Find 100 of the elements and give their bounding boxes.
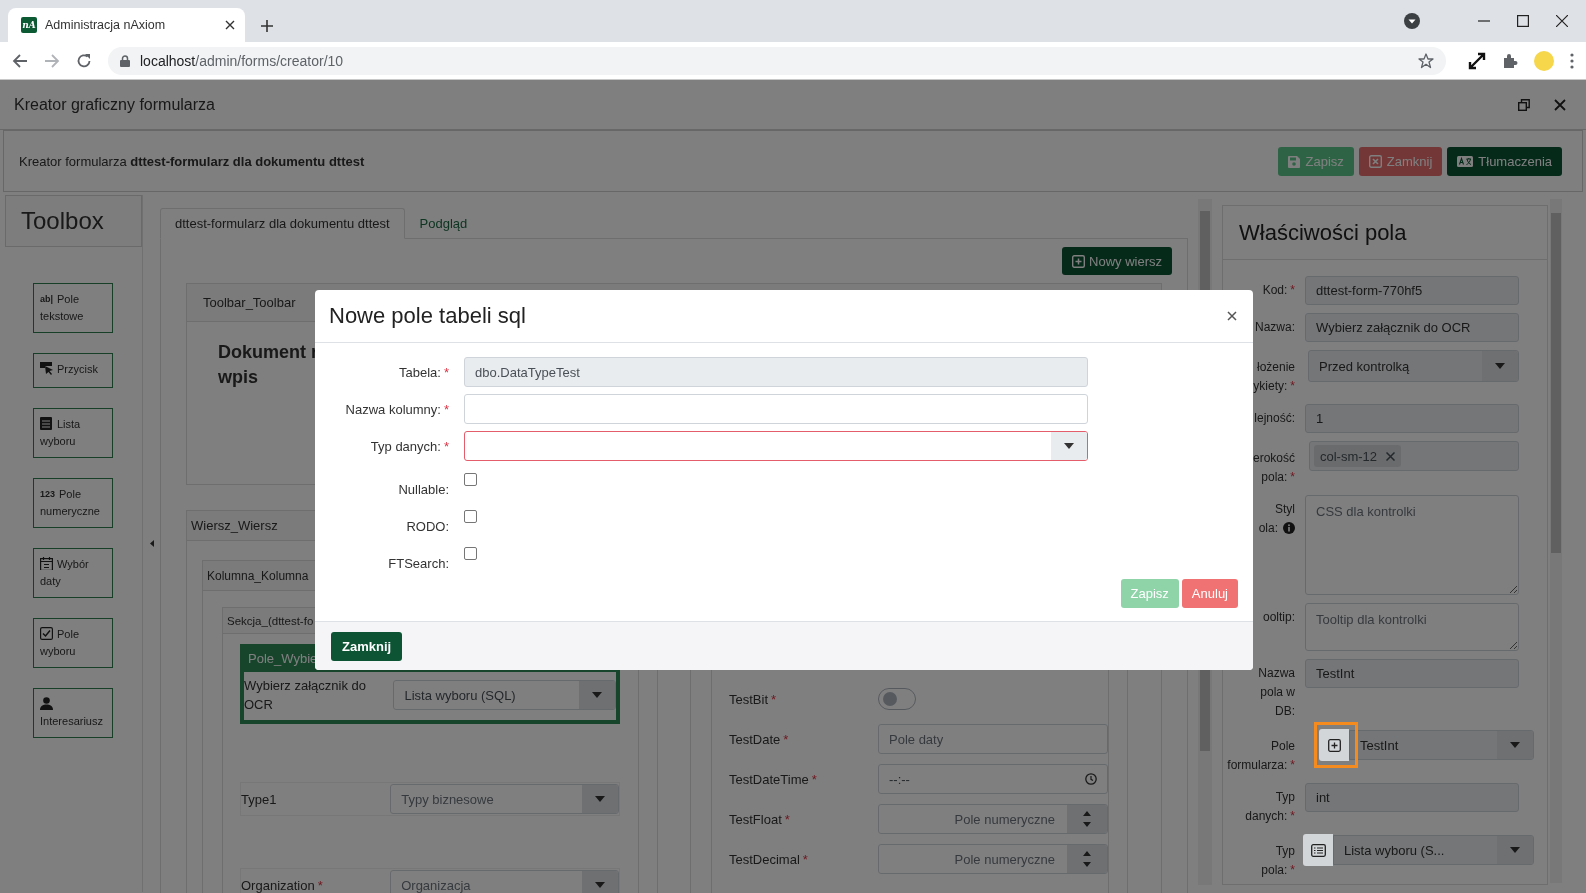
- select-field[interactable]: Organizacja: [390, 870, 619, 893]
- url-text: localhost/admin/forms/creator/10: [140, 52, 345, 69]
- maximize-icon[interactable]: [1517, 15, 1529, 27]
- field-label: erokość pola: *: [1252, 450, 1295, 486]
- select-field[interactable]: Lista wyboru (S...: [1333, 835, 1534, 865]
- pointer-icon: [40, 362, 53, 375]
- close-icon[interactable]: [1227, 311, 1237, 321]
- toolbox-item[interactable]: ab| Pole tekstowe: [33, 283, 113, 333]
- field-label: TestDecimal *: [729, 851, 809, 867]
- field-label: Kod: *: [1262, 282, 1295, 299]
- tab[interactable]: Podgląd: [404, 208, 483, 239]
- text-field[interactable]: Pole daty: [878, 724, 1108, 754]
- window-title: Kreator graficzny formularza: [14, 95, 216, 114]
- number-field[interactable]: Pole numeryczne: [878, 804, 1108, 834]
- caret-icon: [1510, 742, 1520, 748]
- field-label: Styl ola:: [1258, 501, 1295, 537]
- translate-icon: [1457, 156, 1474, 167]
- tab[interactable]: dttest-formularz dla dokumentu dttest: [160, 208, 405, 239]
- browser-tab[interactable]: nA Administracja nAxiom: [8, 8, 245, 42]
- back-icon[interactable]: [12, 52, 28, 69]
- field-label: Nazwa:: [1255, 319, 1295, 336]
- select-field[interactable]: TestInt: [1349, 730, 1534, 760]
- collapse-icon[interactable]: [149, 540, 154, 547]
- time-field[interactable]: --:--: [878, 764, 1108, 794]
- text-field[interactable]: Wybierz załącznik do OCR: [1305, 313, 1519, 342]
- select-field[interactable]: [464, 431, 1088, 461]
- info-icon: [1283, 522, 1295, 534]
- toolbox-item[interactable]: Lista wyboru: [33, 408, 113, 458]
- field-label: ooltip:: [1262, 609, 1295, 626]
- checkbox-icon: [40, 627, 53, 640]
- restore-icon[interactable]: [1518, 98, 1530, 111]
- close-icon[interactable]: [1556, 15, 1568, 27]
- reload-icon[interactable]: [76, 52, 92, 69]
- dropdown-icon[interactable]: [1404, 13, 1420, 29]
- text-field[interactable]: TestInt: [1305, 659, 1519, 688]
- checkbox[interactable]: [464, 546, 477, 560]
- select-field[interactable]: Lista wyboru (SQL): [393, 680, 616, 710]
- field-title: Pole_Wybie: [248, 650, 318, 666]
- close-icon[interactable]: [225, 20, 235, 30]
- field-label: Organization *: [241, 877, 324, 893]
- list-icon: [1310, 843, 1326, 857]
- lock-icon: [120, 54, 130, 67]
- toolbox-item[interactable]: Wybór daty: [33, 548, 113, 598]
- field-label: lejność:: [1254, 410, 1295, 427]
- close-box-icon: [1368, 155, 1382, 168]
- caret-icon: [595, 796, 605, 802]
- checkbox[interactable]: [464, 509, 477, 523]
- translations-button[interactable]: Tłumaczenia: [1447, 147, 1562, 176]
- spinner-icon: [1083, 811, 1091, 827]
- new-row-button[interactable]: Nowy wiersz: [1062, 247, 1172, 275]
- card-title: Kolumna_Kolumna: [207, 568, 309, 583]
- text-field-icon: ab|: [40, 294, 54, 304]
- field-label: TestDate *: [729, 731, 790, 747]
- close-button[interactable]: Zamknij: [1358, 147, 1443, 176]
- resize-grip-icon: [1509, 585, 1517, 593]
- select-field[interactable]: Przed kontrolką: [1308, 350, 1519, 382]
- more-icon[interactable]: [1570, 52, 1574, 69]
- text-field[interactable]: 1: [1305, 404, 1519, 433]
- toggle-switch[interactable]: [878, 688, 916, 710]
- address-bar[interactable]: localhost/admin/forms/creator/10: [108, 46, 1446, 75]
- field-label: FTSearch:: [387, 555, 449, 571]
- field-label: Pole formularza: *: [1227, 738, 1295, 774]
- field-label: Tabela: *: [398, 364, 449, 380]
- checkbox[interactable]: [464, 472, 477, 486]
- spinner-icon: [1083, 851, 1091, 867]
- field-label: łożenie ykiety: *: [1253, 359, 1295, 395]
- field-label: TestFloat *: [729, 811, 791, 827]
- cancel-button[interactable]: Anuluj: [1181, 579, 1238, 608]
- toolbox-item[interactable]: Interesariusz: [33, 688, 113, 738]
- close-button[interactable]: Zamknij: [331, 631, 403, 661]
- toolbox-item[interactable]: 123 Pole numeryczne: [33, 478, 113, 528]
- remove-icon[interactable]: [1386, 451, 1396, 461]
- caret-icon: [595, 882, 605, 888]
- form-description: Kreator formularza dttest-formularz dla dokumentu dttest: [19, 153, 366, 169]
- field-label: Type1: [241, 791, 278, 807]
- tag-field[interactable]: col-sm-12: [1309, 441, 1519, 471]
- tag-chip[interactable]: col-sm-12: [1314, 445, 1402, 467]
- field-label: Typ danych: *: [369, 438, 449, 454]
- new-tab-icon[interactable]: [261, 20, 273, 32]
- text-field[interactable]: int: [1305, 783, 1519, 812]
- resize-grip-icon: [1509, 641, 1517, 649]
- caret-icon: [592, 692, 602, 698]
- field-label: TestDateTime *: [729, 771, 818, 787]
- select-field[interactable]: Typy biznesowe: [390, 784, 619, 814]
- text-field[interactable]: [464, 394, 1088, 424]
- favicon-logo: nA: [21, 17, 37, 33]
- toolbox-item[interactable]: Pole wyboru: [33, 618, 113, 668]
- field-label: Nazwa kolumny: *: [344, 401, 449, 417]
- star-icon[interactable]: [1418, 52, 1434, 69]
- puzzle-icon[interactable]: [1502, 52, 1518, 69]
- text-area[interactable]: Tooltip dla kontrolki: [1305, 603, 1519, 651]
- number-field[interactable]: Pole numeryczne: [878, 844, 1108, 874]
- text-area[interactable]: CSS dla kontrolki: [1305, 495, 1519, 595]
- scrollbar[interactable]: [1550, 199, 1562, 883]
- caret-icon: [1510, 847, 1520, 853]
- toolbox-item[interactable]: Przycisk: [33, 353, 113, 388]
- caret-icon: [1495, 363, 1505, 369]
- text-field[interactable]: dttest-form-770hf5: [1305, 276, 1519, 305]
- number-icon: 123: [40, 489, 56, 499]
- expand-icon[interactable]: [1468, 51, 1486, 70]
